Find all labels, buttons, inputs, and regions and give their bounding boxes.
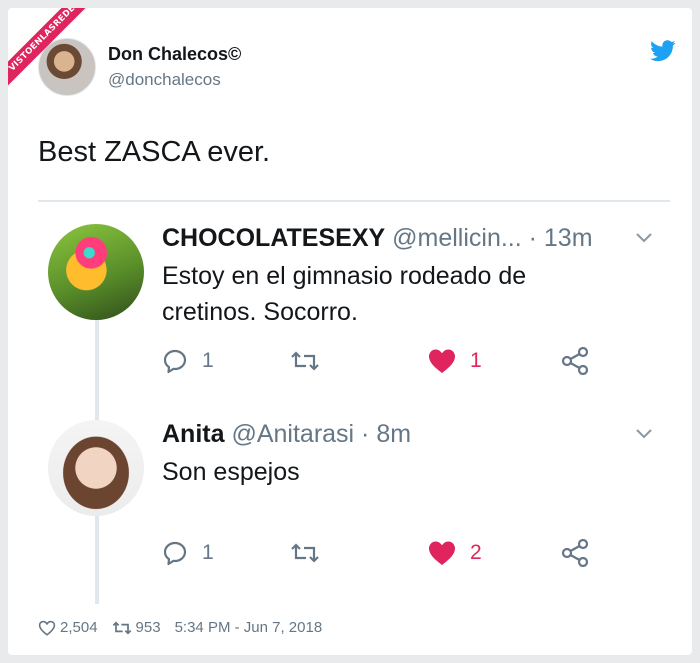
tweet-text: Best ZASCA ever. <box>38 136 271 168</box>
share-button[interactable] <box>560 346 590 376</box>
like-button[interactable]: 2 <box>428 538 482 568</box>
reply-text: Son espejos <box>162 458 300 486</box>
reply-meta: @Anitarasi · 8m <box>231 420 412 448</box>
retweet-icon <box>291 543 319 563</box>
reply-text: Estoy en el gimnasio rodeado de cretinos… <box>162 262 527 326</box>
footer-retweets[interactable]: 953 <box>112 619 161 636</box>
author-name[interactable]: Don Chalecos© <box>108 44 241 65</box>
like-count: 1 <box>470 349 482 372</box>
heart-icon <box>38 620 56 636</box>
reply-count: 1 <box>202 541 214 564</box>
share-button[interactable] <box>560 538 590 568</box>
retweet-button[interactable] <box>290 538 334 568</box>
watermark-ribbon: VISTOENLASREDES <box>8 8 98 96</box>
reply-author-name[interactable]: Anita <box>162 420 225 448</box>
tweet-card: VISTOENLASREDES Don Chalecos© @donchalec… <box>8 8 692 655</box>
like-button[interactable]: 1 <box>428 346 482 376</box>
reply-button[interactable]: 1 <box>162 346 214 376</box>
reply-actions: 1 2 <box>162 538 642 568</box>
footer-timestamp[interactable]: 5:34 PM - Jun 7, 2018 <box>175 619 323 636</box>
heart-icon <box>429 541 455 565</box>
reply-header: CHOCOLATESEXY @mellicin... · 13m <box>162 224 593 253</box>
footer-like-count: 2,504 <box>60 619 98 636</box>
reply-count: 1 <box>202 349 214 372</box>
tweet-header: Don Chalecos© @donchalecos <box>38 38 678 98</box>
tweet-footer: 2,504 953 5:34 PM - Jun 7, 2018 <box>38 619 336 636</box>
reply-icon <box>163 541 187 566</box>
retweet-icon <box>291 351 319 371</box>
twitter-bird-icon[interactable] <box>650 40 676 62</box>
reply-header: Anita @Anitarasi · 8m <box>162 420 411 449</box>
footer-likes[interactable]: 2,504 <box>38 619 98 636</box>
share-icon <box>561 539 589 567</box>
author-handle[interactable]: @donchalecos <box>108 70 221 90</box>
retweet-icon <box>112 620 131 635</box>
like-count: 2 <box>470 541 482 564</box>
footer-retweet-count: 953 <box>135 619 161 636</box>
share-icon <box>561 347 589 375</box>
reply-author-name[interactable]: CHOCOLATESEXY <box>162 224 385 252</box>
heart-icon <box>429 349 455 373</box>
reply-avatar[interactable] <box>48 224 144 320</box>
watermark: VISTOENLASREDES <box>8 8 98 98</box>
embedded-thread: CHOCOLATESEXY @mellicin... · 13m Estoy e… <box>38 200 670 606</box>
chevron-down-icon[interactable] <box>636 428 652 440</box>
reply-button[interactable]: 1 <box>162 538 214 568</box>
chevron-down-icon[interactable] <box>636 232 652 244</box>
reply-meta: @mellicin... · 13m <box>392 224 593 252</box>
reply-actions: 1 1 <box>162 346 642 376</box>
reply-avatar[interactable] <box>48 420 144 516</box>
reply-icon <box>163 349 187 374</box>
retweet-button[interactable] <box>290 346 334 376</box>
